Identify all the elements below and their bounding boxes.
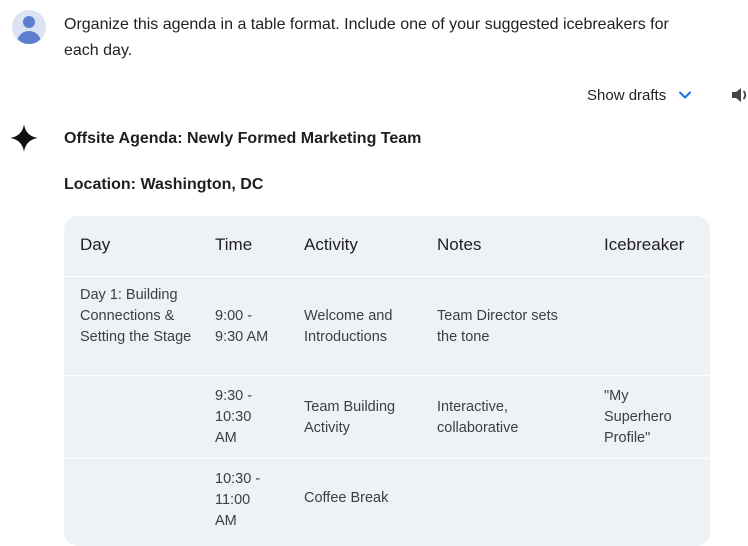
table-row: Day 1: Building Connections & Setting th… (64, 276, 710, 376)
cell-time: 9:30 - 10:30 AM (215, 388, 253, 446)
cell-icebreaker: "My Superhero Profile" (604, 388, 672, 446)
cell-day: Day 1: Building Connections & Setting th… (80, 287, 192, 345)
show-drafts-label: Show drafts (587, 86, 667, 104)
response-title: Offsite Agenda: Newly Formed Marketing T… (64, 130, 422, 147)
sparkle-icon (10, 124, 38, 152)
table-header-row: Day Time Activity Notes Icebreaker (64, 216, 710, 276)
cell-time: 10:30 - 11:00 AM (215, 471, 261, 529)
cell-activity: Coffee Break (304, 490, 389, 506)
cell-time: 9:00 - 9:30 AM (215, 308, 269, 345)
user-avatar-icon (12, 10, 46, 44)
header-notes: Notes (437, 235, 482, 254)
cell-notes: Interactive, collaborative (437, 399, 519, 436)
table-row: 10:30 - 11:00 AM Coffee Break (64, 458, 710, 546)
speaker-icon[interactable] (730, 85, 748, 105)
table-row: 9:30 - 10:30 AM Team Building Activity I… (64, 375, 710, 459)
show-drafts-button[interactable]: Show drafts (587, 84, 692, 106)
cell-activity: Welcome and Introductions (304, 308, 393, 345)
header-day: Day (80, 235, 111, 254)
user-prompt-text: Organize this agenda in a table format. … (64, 16, 669, 59)
cell-activity: Team Building Activity (304, 399, 396, 436)
header-icebreaker: Icebreaker (604, 235, 685, 254)
header-activity: Activity (304, 235, 358, 254)
response-location: Location: Washington, DC (64, 176, 264, 193)
agenda-table: Day Time Activity Notes Icebreaker Day 1… (64, 216, 710, 546)
cell-notes: Team Director sets the tone (437, 308, 558, 345)
header-time: Time (215, 235, 253, 254)
chevron-down-icon (679, 91, 692, 99)
user-prompt-row: Organize this agenda in a table format. … (12, 8, 732, 68)
